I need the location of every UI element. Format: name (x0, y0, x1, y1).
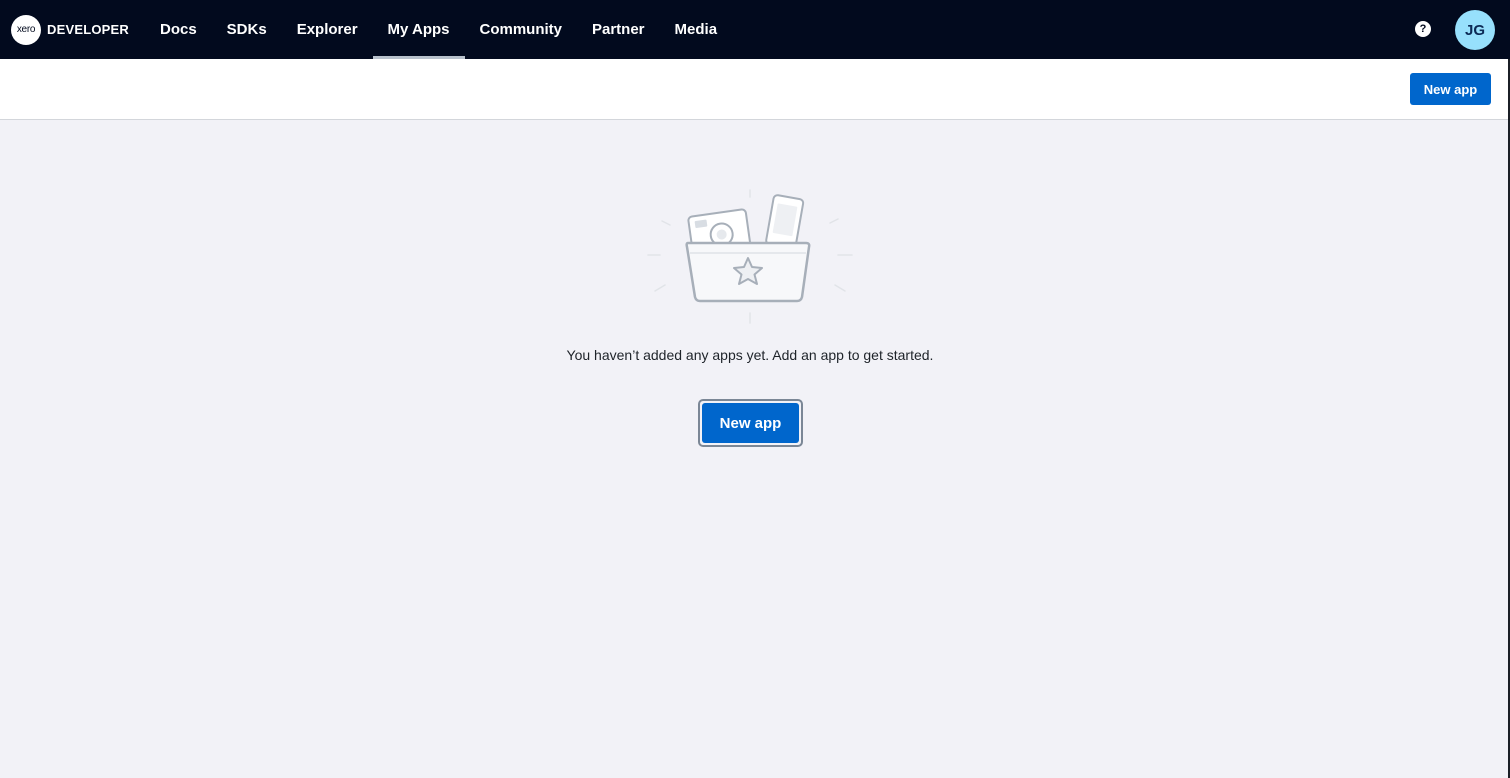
brand-label: DEVELOPER (47, 22, 129, 37)
nav-item-my-apps[interactable]: My Apps (372, 0, 465, 59)
empty-state-message: You haven’t added any apps yet. Add an a… (566, 347, 934, 363)
nav-item-media[interactable]: Media (660, 0, 733, 59)
folder-with-star-icon (647, 189, 853, 324)
user-avatar[interactable]: JG (1455, 10, 1495, 50)
question-mark-icon[interactable]: ? (1415, 21, 1431, 37)
nav-item-docs[interactable]: Docs (145, 0, 212, 59)
new-app-button-focus-ring: New app (698, 399, 803, 447)
header-new-app-button[interactable]: New app (1410, 73, 1491, 105)
xero-logo-text: xero (16, 24, 36, 35)
nav-item-explorer[interactable]: Explorer (282, 0, 373, 59)
xero-logo-icon: xero (11, 14, 41, 45)
brand-home-link[interactable]: xero DEVELOPER (11, 0, 129, 59)
nav-item-sdks[interactable]: SDKs (212, 0, 282, 59)
page-header: New app (0, 59, 1508, 120)
help-glyph: ? (1419, 23, 1427, 35)
top-navigation: xero DEVELOPER Docs SDKs Explorer My App… (0, 0, 1510, 59)
nav-items: Docs SDKs Explorer My Apps Community Par… (145, 0, 732, 59)
nav-item-community[interactable]: Community (465, 0, 578, 59)
nav-item-partner[interactable]: Partner (577, 0, 660, 59)
new-app-button[interactable]: New app (702, 403, 799, 443)
avatar-initials: JG (1464, 21, 1485, 39)
